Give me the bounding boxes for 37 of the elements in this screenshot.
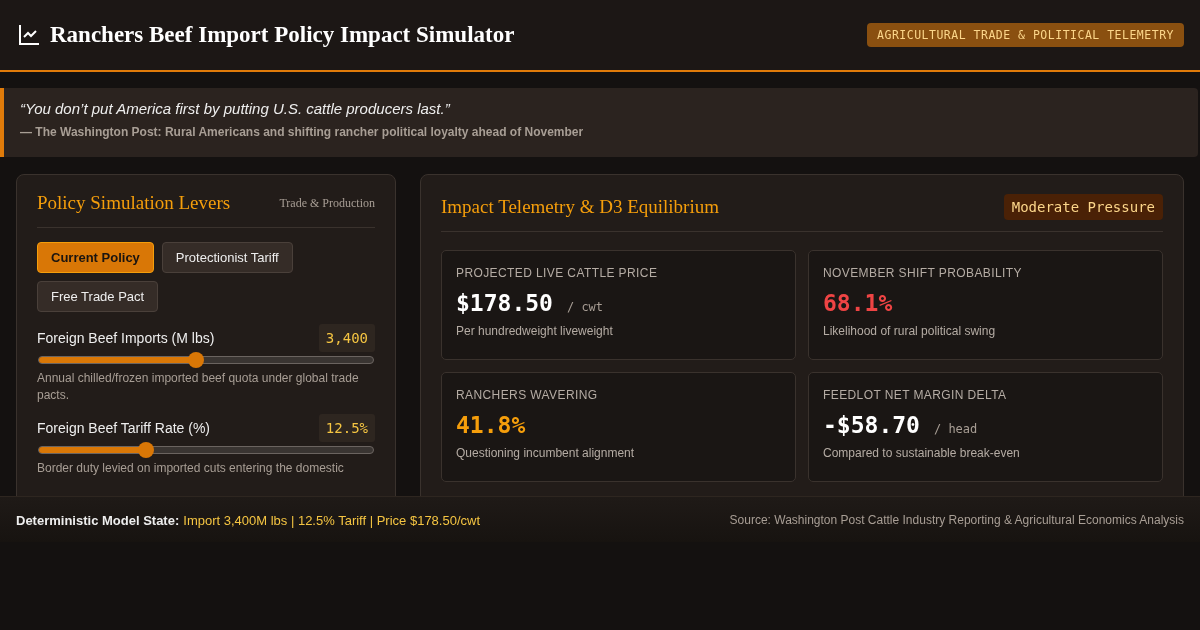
metric-unit: / head — [933, 422, 978, 436]
slider-label: Foreign Beef Tariff Rate (%) — [37, 420, 210, 436]
metric-note: Likelihood of rural political swing — [823, 324, 997, 338]
metric-note: Compared to sustainable break-even — [823, 446, 1021, 460]
preset-button[interactable]: Free Trade Pact — [37, 281, 159, 312]
metric-label: PROJECTED LIVE CATTLE PRICE — [456, 266, 659, 280]
metric-value: 68.1% — [823, 290, 893, 316]
slider-thumb[interactable] — [187, 352, 204, 368]
metric-note: Questioning incumbent alignment — [456, 446, 636, 460]
header-badge: AGRICULTURAL TRADE & POLITICAL TELEMETRY — [867, 23, 1184, 47]
panel-title: Policy Simulation Levers — [37, 192, 231, 214]
slider-label: Foreign Beef Imports (M lbs) — [37, 330, 215, 346]
status-label: Deterministic Model State: — [16, 512, 180, 528]
metric-note: Per hundredweight liveweight — [456, 324, 614, 338]
slider-reading: 12.5% — [318, 414, 375, 442]
source-note: Source: Washington Post Cattle Industry Reporting & Agricultural Economics Analysis — [729, 512, 1184, 527]
slider-reading: 3,400 — [318, 324, 375, 352]
quote-text: “You don’t put America first by putting U.S. cattle producers last.” — [20, 100, 452, 117]
line-chart-icon — [18, 24, 40, 46]
metric-label: FEEDLOT NET MARGIN DELTA — [823, 388, 1008, 402]
metric-unit: / cwt — [566, 300, 604, 314]
preset-button[interactable]: Protectionist Tariff — [161, 242, 293, 273]
metric-label: RANCHERS WAVERING — [456, 388, 599, 402]
slider-thumb[interactable] — [137, 442, 154, 458]
metric-value: 41.8% — [456, 412, 526, 438]
metric-label: NOVEMBER SHIFT PROBABILITY — [823, 266, 1023, 280]
panel-subtitle: Trade & Production — [279, 195, 375, 211]
slider-description: Border duty levied on imported cuts entering the domestic — [37, 460, 345, 477]
panel-title: Impact Telemetry & D3 Equilibrium — [441, 196, 719, 218]
model-state: Import 3,400M lbs | 12.5% Tariff | Price $178.50/cwt — [183, 512, 481, 528]
slider-description: Annual chilled/frozen imported beef quota under global trade pacts. — [37, 370, 360, 404]
app-title: Ranchers Beef Import Policy Impact Simulator — [50, 22, 515, 48]
preset-button[interactable]: Current Policy — [37, 242, 154, 273]
metric-value: $178.50 — [456, 290, 553, 316]
status-badge: Moderate Pressure — [1003, 194, 1163, 220]
metric-value: -$58.70 — [823, 412, 920, 438]
quote-source: — The Washington Post: Rural Americans and shifting rancher political loyalty ahead of November — [20, 125, 585, 139]
